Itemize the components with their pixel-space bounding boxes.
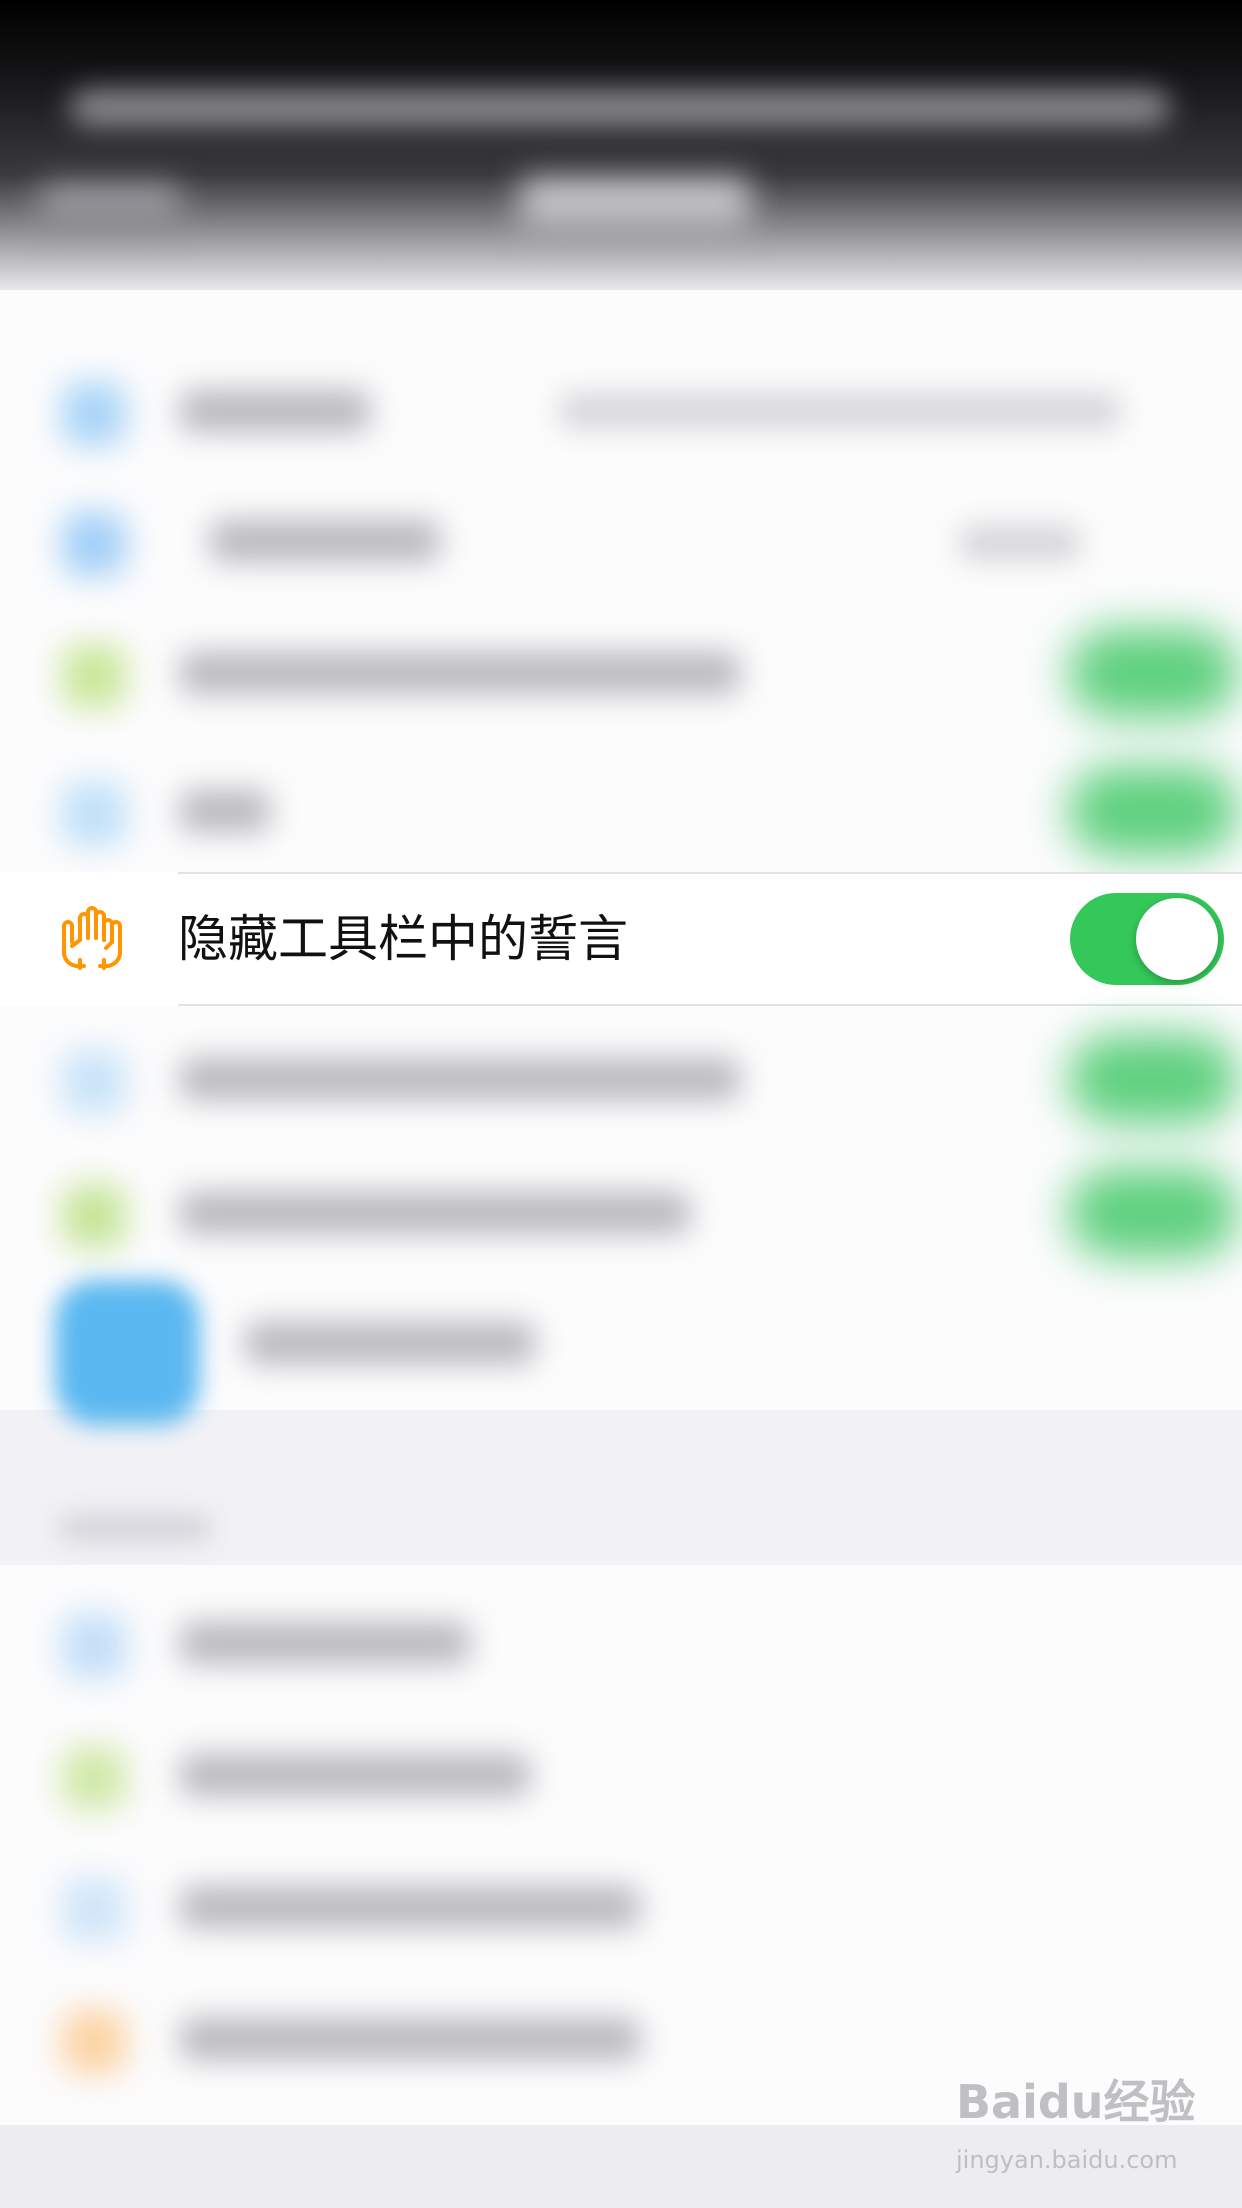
setting-toggle-blurred[interactable] xyxy=(1068,766,1238,856)
setting-icon-blurred xyxy=(62,782,126,846)
setting-toggle-blurred[interactable] xyxy=(1068,1168,1238,1258)
setting-icon-blurred xyxy=(62,382,126,446)
settings-row-blurred[interactable] xyxy=(0,1270,1242,1404)
row-separator xyxy=(178,872,1242,874)
setting-label-blurred xyxy=(210,520,440,562)
raised-hands-icon xyxy=(62,906,122,970)
settings-row-blurred[interactable] xyxy=(0,1834,1242,1968)
setting-label-blurred xyxy=(180,790,270,832)
setting-icon-blurred xyxy=(62,1614,126,1678)
setting-icon-blurred xyxy=(62,1746,126,1810)
setting-toggle-blurred[interactable] xyxy=(1068,1034,1238,1124)
setting-label-blurred xyxy=(180,390,370,432)
setting-value-blurred xyxy=(560,394,1120,428)
setting-label-blurred xyxy=(180,1192,690,1234)
setting-label-blurred xyxy=(180,2018,640,2060)
hide-vow-toggle[interactable] xyxy=(1070,893,1224,985)
setting-label-blurred xyxy=(180,1622,470,1664)
setting-label-blurred xyxy=(180,1886,640,1928)
settings-row-blurred[interactable] xyxy=(0,338,1242,472)
navigation-header xyxy=(0,0,1242,290)
setting-icon-blurred xyxy=(62,512,126,576)
setting-label-blurred xyxy=(180,652,740,694)
setting-icon-blurred xyxy=(62,644,126,708)
setting-icon-blurred xyxy=(62,1050,126,1114)
section-header-blurred xyxy=(60,1515,210,1541)
setting-icon-blurred xyxy=(62,2010,126,2074)
settings-row-blurred[interactable] xyxy=(0,1006,1242,1140)
setting-icon-blurred xyxy=(62,1184,126,1248)
settings-row-blurred[interactable] xyxy=(0,738,1242,872)
setting-icon-blurred xyxy=(62,1878,126,1942)
settings-row-blurred[interactable] xyxy=(0,1570,1242,1704)
settings-row-blurred[interactable] xyxy=(0,1702,1242,1836)
watermark-logo: Baidu经验 xyxy=(956,2075,1196,2129)
setting-label: 隐藏工具栏中的誓言 xyxy=(178,910,628,968)
watermark-url: jingyan.baidu.com xyxy=(956,2146,1178,2174)
settings-row-blurred[interactable] xyxy=(0,1140,1242,1274)
setting-value-blurred xyxy=(960,526,1080,560)
status-bar-blurred xyxy=(70,90,1170,126)
settings-row-blurred[interactable] xyxy=(0,600,1242,734)
toggle-knob xyxy=(1136,898,1218,980)
setting-label-blurred xyxy=(180,1754,530,1796)
back-button-blurred[interactable] xyxy=(40,185,180,223)
baidu-watermark: Baidu经验 jingyan.baidu.com xyxy=(948,2062,1196,2182)
setting-label-blurred xyxy=(245,1322,535,1364)
setting-label-blurred xyxy=(180,1058,740,1100)
settings-row-blurred[interactable] xyxy=(0,468,1242,602)
hide-toolbar-vow-row[interactable]: 隐藏工具栏中的誓言 xyxy=(0,872,1242,1006)
nav-title-blurred xyxy=(520,178,750,228)
setting-toggle-blurred[interactable] xyxy=(1068,628,1238,718)
